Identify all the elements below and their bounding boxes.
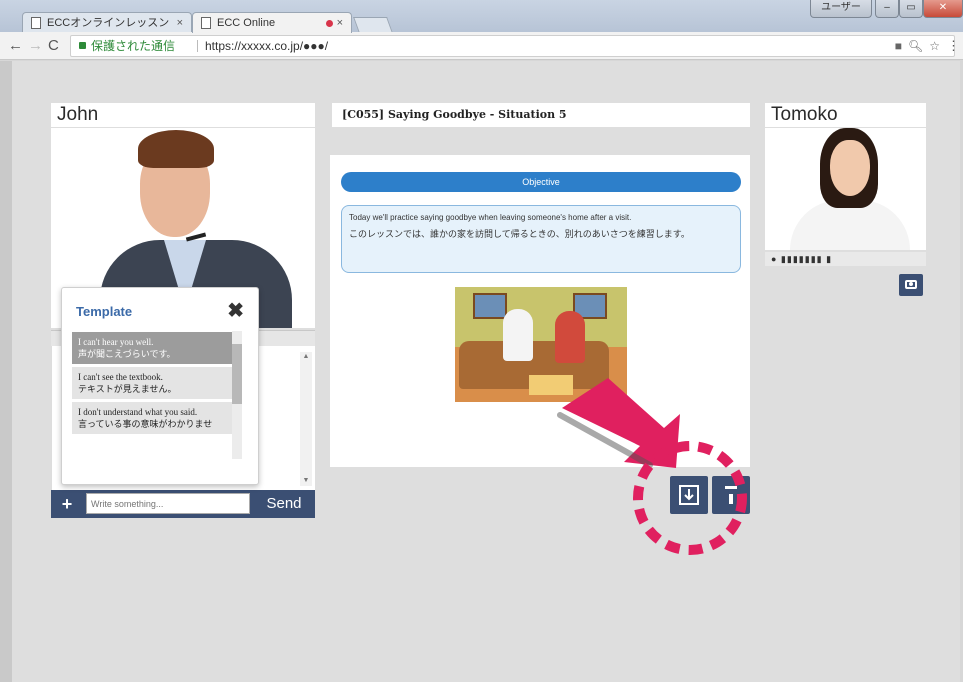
download-button[interactable] [670,476,708,514]
objective-header: Objective [341,172,741,192]
objective-ja: このレッスンでは、誰かの家を訪問して帰るときの、別れのあいさつを練習します。 [349,229,690,239]
camera-button[interactable] [899,274,923,296]
menu-icon[interactable]: ⋮ [947,36,960,56]
window-edge [0,61,12,682]
template-plus-button[interactable]: + [56,494,78,514]
reload-icon[interactable]: C [48,36,59,56]
maximize-button[interactable]: ▭ [899,0,923,18]
url-text: https://xxxxx.co.jp/●●●/ [205,39,329,53]
template-item-en: I can't hear you well. [78,337,154,347]
forward-icon[interactable]: → [28,36,43,56]
template-title: Template [76,304,133,319]
tab-close-icon[interactable]: × [177,13,183,34]
secure-label: 保護された通信 [91,39,176,53]
maximize-icon: ▭ [906,2,916,13]
window-close-button[interactable]: ✕ [923,0,963,18]
chat-message-input[interactable] [86,493,250,514]
tab-label: ECCオンラインレッスン [47,17,170,29]
new-tab-button[interactable] [353,17,393,33]
template-item-en: I don't understand what you said. [78,407,198,417]
browser-toolbar: ← → C 保護された通信 https://xxxxx.co.jp/●●●/ ■… [0,32,963,60]
zoom-icon[interactable]: 🔍︎ [908,39,929,53]
camera-blocked-icon[interactable]: ■ [895,39,908,53]
lesson-title: [C055] Saying Goodbye - Situation 5 [332,103,750,127]
objective-box: Today we'll practice saying goodbye when… [341,205,741,273]
template-item[interactable]: I don't understand what you said. 言っている事… [72,402,232,434]
send-button[interactable]: Send [256,492,312,516]
back-icon[interactable]: ← [8,36,23,56]
tab-ecc-online[interactable]: ECC Online × [192,12,352,33]
address-bar[interactable]: 保護された通信 https://xxxxx.co.jp/●●●/ ■🔍︎☆ [70,35,955,57]
page-icon [31,17,41,29]
browser-titlebar: ECCオンラインレッスン × ECC Online × ユーザー – ▭ ✕ [0,0,963,33]
tab-ecc-online-lesson[interactable]: ECCオンラインレッスン × [22,12,192,33]
template-item-ja: テキストが見えません。 [78,384,177,394]
scroll-down-icon[interactable]: ▼ [300,476,312,486]
divider [197,40,198,52]
template-item[interactable]: I can't see the textbook. テキストが見えません。 [72,367,232,399]
bookmark-star-icon[interactable]: ☆ [929,39,946,53]
window-user-label: ユーザー [821,2,861,13]
recording-icon [326,20,333,27]
mic-level-meter: ● ▮▮▮▮▮▮▮ ▮ [765,252,926,266]
lesson-illustration [455,287,627,402]
template-list: I can't hear you well. 声が聞こえづらいです。 I can… [72,332,244,478]
upload-button[interactable] [712,476,750,514]
template-item-ja: 言っている事の意味がわかりませ [78,419,213,429]
template-item[interactable]: I can't hear you well. 声が聞こえづらいです。 [72,332,232,364]
download-icon [679,485,699,505]
lock-icon [79,42,86,49]
chat-scrollbar[interactable]: ▲ ▼ [300,352,312,486]
omnibox-icons: ■🔍︎☆ [895,36,946,56]
upload-icon [725,486,737,489]
window-user-button[interactable]: ユーザー [810,0,872,18]
tab-label: ECC Online [217,17,276,29]
teacher-name: Tomoko [765,103,926,127]
template-scroll-thumb[interactable] [232,344,242,404]
scroll-up-icon[interactable]: ▲ [300,352,312,362]
template-item-ja: 声が聞こえづらいです。 [78,349,176,359]
close-icon: ✕ [938,2,948,13]
minimize-icon: – [884,2,890,13]
tab-close-icon[interactable]: × [337,13,343,34]
page-icon [201,17,211,29]
template-popup: Template ✖ I can't hear you well. 声が聞こえづ… [61,287,259,485]
objective-en: Today we'll practice saying goodbye when… [349,213,632,222]
template-close-icon[interactable]: ✖ [227,298,244,323]
student-name: John [51,103,315,127]
minimize-button[interactable]: – [875,0,899,18]
template-item-en: I can't see the textbook. [78,372,163,382]
